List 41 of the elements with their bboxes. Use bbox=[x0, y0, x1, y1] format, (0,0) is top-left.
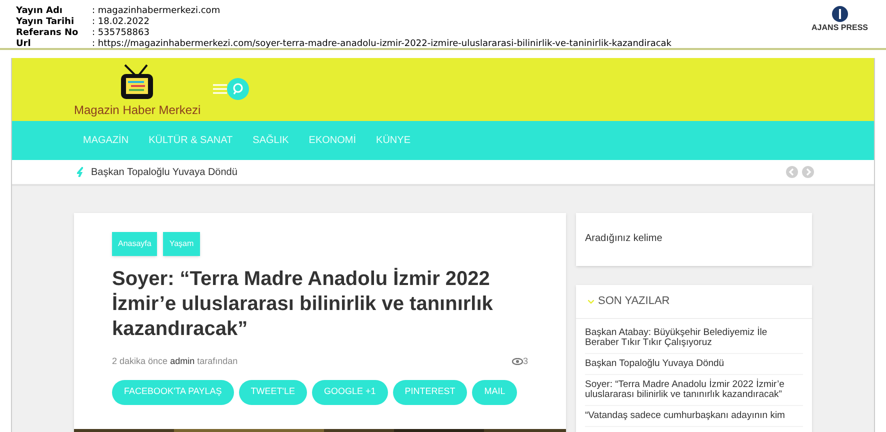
bolt-icon bbox=[77, 167, 83, 177]
recent-post-link[interactable]: “Vatandaş sadece cumhurbaşkanı adayının kim bbox=[585, 411, 803, 421]
prev-icon[interactable] bbox=[786, 166, 798, 178]
meta-value: : magazinhabermerkezi.com bbox=[92, 6, 222, 17]
share-button[interactable]: GOOGLE +1 bbox=[312, 380, 388, 404]
meta-value: : 535758863 bbox=[92, 28, 150, 39]
meta-label: Yayın Adı bbox=[16, 6, 64, 17]
share-button[interactable]: TWEET'LE bbox=[238, 380, 307, 404]
site-logo-text: Magazin Haber Merkezi bbox=[74, 102, 201, 119]
search-widget[interactable]: Aradığınız kelime bbox=[576, 213, 812, 266]
recent-post-link[interactable]: Başkan Atabay: Büyükşehir Belediyemiz İle Beraber Tıkır Tıkır Çalışıyoruz bbox=[585, 328, 803, 348]
eye-icon bbox=[512, 358, 523, 366]
meta-label: Yayın Tarihi bbox=[16, 17, 76, 28]
meta-value: : https://magazinhabermerkezi.com/soyer-terra-madre-anadolu-izmir-2022-izmire-uluslararasi-bilinirlik-ve-taninirlik-kazandiracak bbox=[92, 39, 672, 50]
next-icon[interactable] bbox=[802, 166, 814, 178]
search-icon bbox=[227, 78, 249, 100]
nav-link[interactable]: KÜNYE bbox=[366, 133, 420, 148]
share-button[interactable]: PINTEREST bbox=[392, 380, 468, 404]
article-title: Soyer: “Terra Madre Anadolu İzmir 2022 İzmir’e uluslararası bilinirlik ve tanınırlık kazandıracak” bbox=[112, 267, 494, 342]
nav-link[interactable]: MAGAZİN bbox=[73, 133, 139, 148]
chevron-icon bbox=[588, 300, 594, 304]
nav-link[interactable]: KÜLTÜR & SANAT bbox=[138, 133, 243, 148]
meta-label: Referans No bbox=[16, 28, 80, 39]
nav-link[interactable]: SAĞLIK bbox=[242, 133, 299, 148]
menu-icon bbox=[213, 84, 227, 94]
category-tag[interactable]: Anasayfa bbox=[112, 232, 158, 256]
meta-value: : 18.02.2022 bbox=[92, 17, 150, 28]
recent-post-link[interactable]: Başkan Topaloğlu Yuvaya Döndü bbox=[585, 359, 803, 369]
widget-title: SON YAZILAR bbox=[598, 294, 670, 310]
share-button[interactable]: FACEBOOK'TA PAYLAŞ bbox=[112, 380, 234, 404]
nav-link[interactable]: EKONOMİ bbox=[298, 133, 366, 148]
article-byline: 2 dakika önce admin tarafından bbox=[112, 355, 238, 368]
view-count: 3 bbox=[522, 355, 528, 368]
recent-post-link[interactable]: Soyer: “Terra Madre Anadolu İzmir 2022 İzmir’e uluslararası bilinirlik ve tanınırlık kazandıracak” bbox=[585, 380, 803, 400]
category-tag[interactable]: Yaşam bbox=[163, 232, 200, 256]
share-button[interactable]: MAIL bbox=[472, 380, 518, 404]
search-field[interactable]: Aradığınız kelime bbox=[585, 231, 803, 246]
meta-label: Url bbox=[16, 39, 32, 50]
agency-logo-text: AJANS PRESS bbox=[812, 22, 868, 34]
menu-search-button[interactable] bbox=[213, 78, 249, 100]
ticker-text[interactable]: Başkan Topaloğlu Yuvaya Döndü bbox=[91, 164, 238, 180]
